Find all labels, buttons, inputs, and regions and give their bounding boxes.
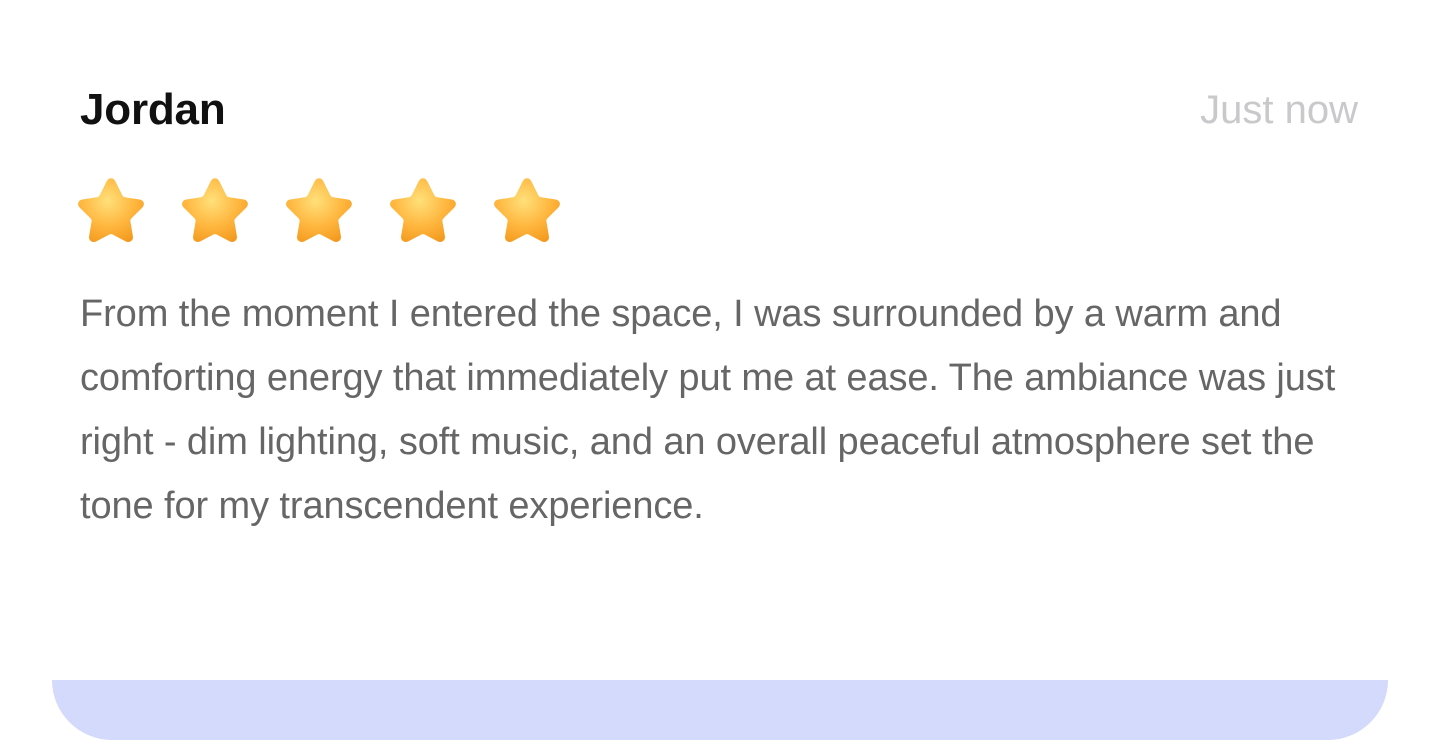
star-rating: [76, 174, 562, 244]
star-icon: [78, 178, 144, 243]
review-card: Jordan Just now From the moment I entere…: [0, 0, 1440, 740]
star-icon: [390, 178, 456, 243]
bottom-bar: [52, 680, 1388, 740]
review-timestamp: Just now: [1200, 88, 1358, 132]
star-icon: [286, 178, 352, 243]
star-icon: [182, 178, 248, 243]
review-text: From the moment I entered the space, I w…: [80, 293, 1336, 527]
reviewer-name: Jordan: [80, 85, 226, 134]
star-icon: [494, 178, 560, 243]
